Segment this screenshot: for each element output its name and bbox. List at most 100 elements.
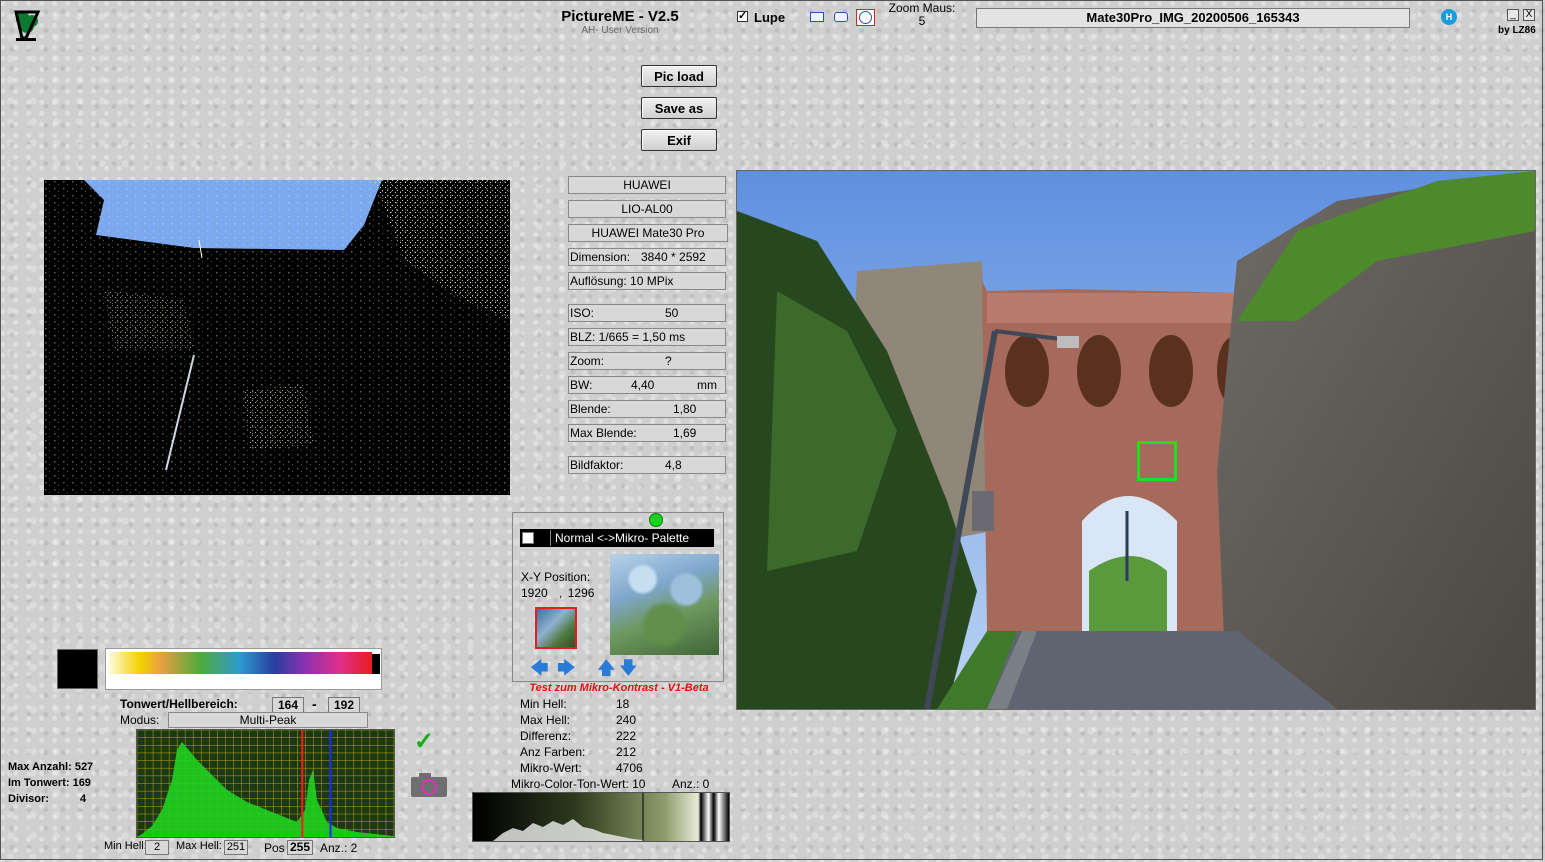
im-tonwert: Im Tonwert: 169 [8,777,91,789]
tonwert-preview-image [44,180,510,495]
exif-max-blende-label: Max Blende: [570,426,637,440]
hist-max-hell-label: Max Hell: [176,840,222,852]
arrow-up-icon[interactable]: 🡅 [597,659,616,677]
mikro-color-ton-wert: Mikro-Color-Ton-Wert: 10 [511,777,646,791]
xy-position-label: X-Y Position: [521,570,591,584]
xy-position-values: 1920 , 1296 [521,586,594,600]
color-gradient-end-marker [372,654,380,674]
max-hell-label: Max Hell: [520,713,571,727]
exif-zoom-label: Zoom: [570,354,605,368]
color-gradient[interactable] [108,652,372,674]
micro-anz: Anz.: 0 [672,777,710,791]
palette-checkbox[interactable] [522,532,534,544]
lupe-label: Lupe [754,10,786,25]
modus-select[interactable]: Multi-Peak [168,712,368,728]
lupe-shape-rect-option[interactable] [810,12,824,22]
differenz-label: Differenz: [520,729,572,743]
anz-farben-value: 212 [616,745,637,759]
info-icon[interactable]: H [1441,9,1457,25]
save-as-button[interactable]: Save as [641,97,717,119]
differenz-value: 222 [616,729,637,743]
exif-bildfaktor-label: Bildfaktor: [570,458,624,472]
max-hell-value: 240 [616,713,637,727]
hist-anz: Anz.: 2 [320,841,358,855]
exif-zoom-value: ? [665,354,672,368]
histogram-plot [137,730,394,837]
micro-histogram-drawing [493,793,644,841]
pic-load-button[interactable]: Pic load [641,65,717,87]
main-photo[interactable] [736,170,1536,710]
exif-make: HUAWEI [568,176,726,194]
exif-bw: BW: 4,40 mm [568,376,726,394]
max-anzahl: Max Anzahl: 527 [8,761,94,773]
arrow-right-icon[interactable]: 🡆 [557,659,576,677]
lupe-shape-rounded-option[interactable] [834,12,848,22]
min-hell-value: 18 [616,697,630,711]
exif-dimension: Dimension: 3840 * 2592 [568,248,726,266]
tonwert-preview-drawing [44,180,510,495]
exif-bw-unit: mm [697,378,717,392]
exif-iso-value: 50 [665,306,679,320]
mikro-wert-value: 4706 [616,761,643,775]
exif-model-name: HUAWEI Mate30 Pro [568,224,728,242]
exif-button[interactable]: Exif [641,129,717,151]
hist-pos-label: Pos [264,841,285,855]
tonwert-min-field[interactable]: 164 [272,697,304,713]
camera-icon[interactable] [410,771,448,798]
close-button[interactable]: X [1523,9,1535,21]
xy-separator: , [559,586,563,600]
lupe-checkbox[interactable] [737,9,748,22]
lupe-marker[interactable] [1137,441,1177,481]
exif-zoom: Zoom: ? [568,352,726,370]
exif-max-blende-value: 1,69 [673,426,697,440]
minimize-button[interactable]: _ [1507,9,1519,21]
min-hell-label: Min Hell: [520,697,567,711]
filename-field: Mate30Pro_IMG_20200506_165343 [976,8,1410,28]
micro-thumbnail [535,607,577,649]
tonwert-max-field[interactable]: 192 [328,697,360,713]
app-title: PictureME - V2.5 [561,8,679,25]
exif-dimension-value: 3840 * 2592 [641,250,706,264]
hist-max-hell-field[interactable]: 251 [224,840,248,855]
tree-logo-icon [14,10,41,41]
exif-blz-label: BLZ: 1/665 = 1,50 ms [570,330,686,344]
tonwert-label: Tonwert/Hellbereich: [120,697,238,711]
zoom-maus: Zoom Maus: 5 [882,2,962,28]
micro-zoom-view [610,554,719,655]
exif-bw-label: BW: [570,378,593,392]
zoom-maus-value: 5 [918,14,926,28]
divisor-value: 4 [80,793,87,805]
app-subtitle: AH- User Version [581,25,659,36]
selected-color-swatch [57,649,98,689]
lupe-shape-circle-option[interactable] [856,9,875,26]
exif-dimension-label: Dimension: [570,250,631,264]
exif-iso-label: ISO: [570,306,595,320]
y-position-value: 1296 [567,586,595,600]
exif-aufloesung: Auflösung: 10 MPix [568,272,726,290]
exif-bw-value: 4,40 [631,378,655,392]
arrow-down-icon[interactable]: 🡇 [619,659,638,677]
histogram[interactable] [136,729,395,838]
check-icon[interactable]: ✓ [414,727,434,756]
palette-toggle-label[interactable]: Normal <->Mikro- Palette [550,530,714,546]
exif-blende: Blende: 1,80 [568,400,726,418]
credit-label: by LZ86 [1498,25,1536,36]
exif-blende-label: Blende: [570,402,611,416]
main-photo-drawing [737,171,1535,709]
exif-model-code: LIO-AL00 [568,200,726,218]
exif-iso: ISO: 50 [568,304,726,322]
exif-blz: BLZ: 1/665 = 1,50 ms [568,328,726,346]
anz-farben-label: Anz Farben: [520,745,586,759]
arrow-left-icon[interactable]: 🡄 [530,659,549,677]
hist-pos-field[interactable]: 255 [287,840,313,855]
mikro-wert-label: Mikro-Wert: [520,761,582,775]
divisor: Divisor: 4 [8,793,86,805]
hist-min-hell-field[interactable]: 2 [145,840,169,855]
exif-max-blende: Max Blende: 1,69 [568,424,726,442]
exif-blende-value: 1,80 [673,402,697,416]
x-position-value: 1920 [521,586,548,600]
hist-min-hell-label: Min Hell: [104,840,147,852]
exif-bildfaktor: Bildfaktor: 4,8 [568,456,726,474]
tonwert-dash: - [312,696,317,712]
micro-histogram [472,792,730,842]
